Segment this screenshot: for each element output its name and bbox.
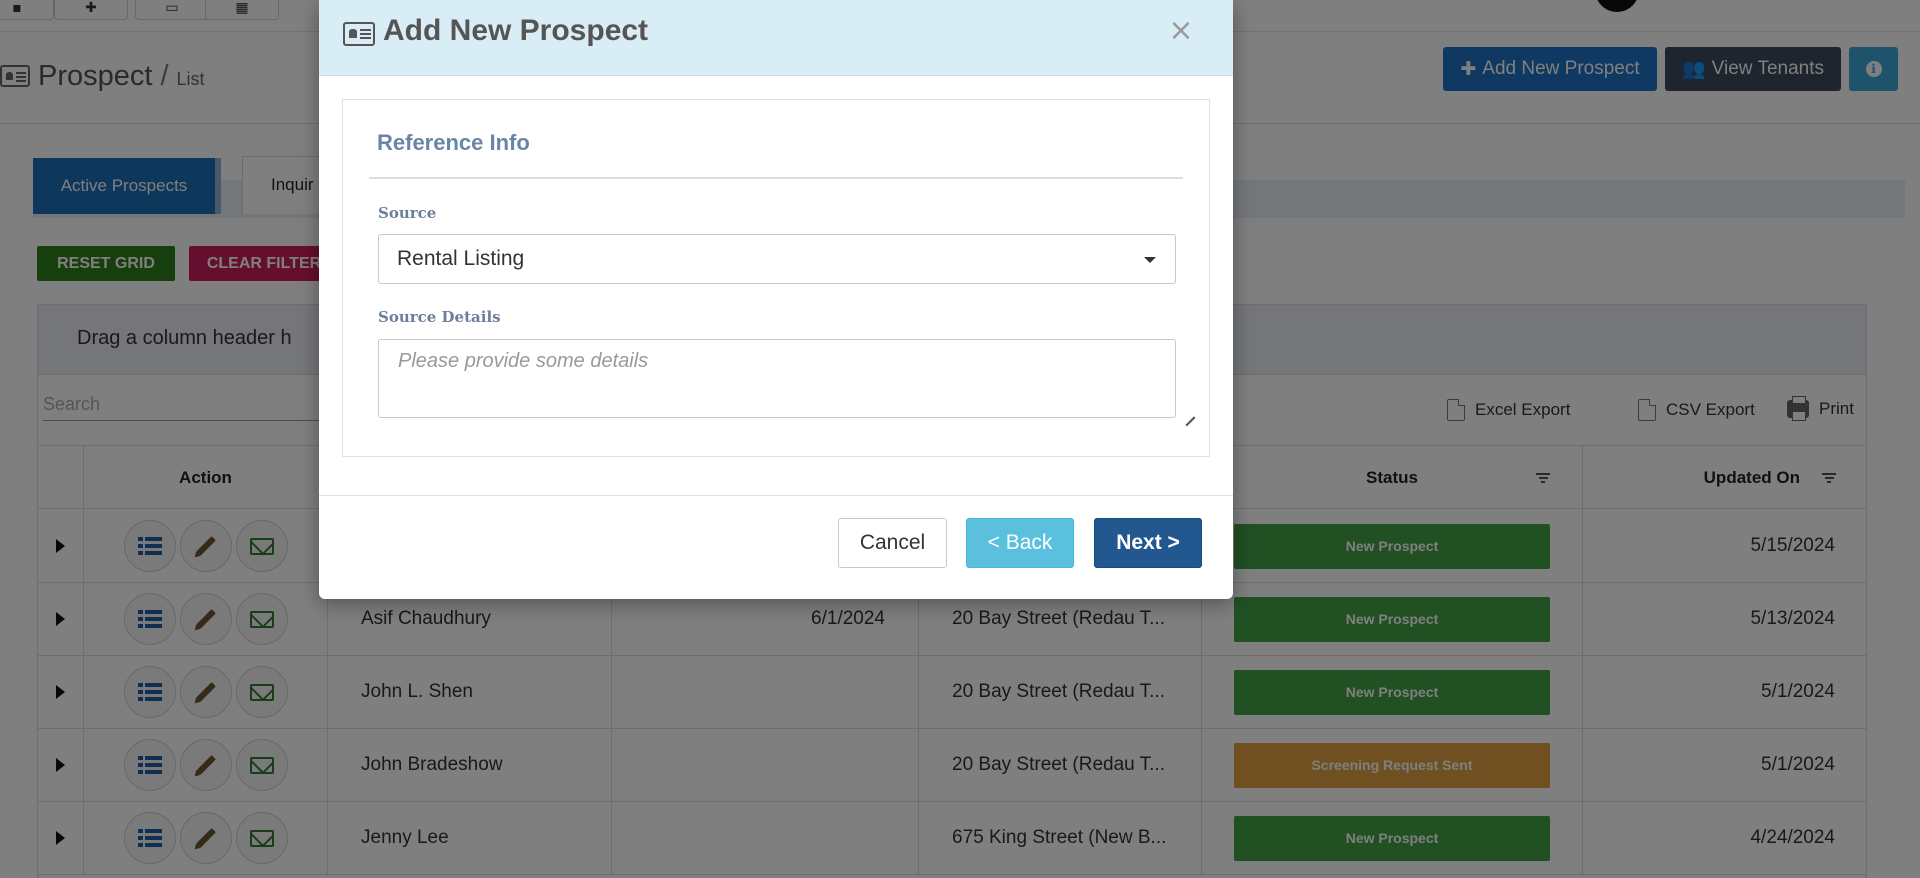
source-details-label: Source Details xyxy=(378,308,501,326)
source-details-textarea[interactable] xyxy=(378,339,1176,418)
source-label: Source xyxy=(378,204,437,222)
add-prospect-modal: Add New Prospect × Reference Info Source… xyxy=(319,0,1233,599)
modal-header: Add New Prospect × xyxy=(319,0,1233,76)
reference-info-panel: Reference Info Source Rental Listing Sou… xyxy=(342,99,1210,457)
caret-down-icon xyxy=(1144,257,1156,263)
close-icon[interactable]: × xyxy=(1161,10,1201,50)
next-button[interactable]: Next > xyxy=(1094,518,1202,568)
id-card-icon xyxy=(343,22,375,46)
resize-handle-icon[interactable] xyxy=(1183,405,1195,426)
source-select[interactable]: Rental Listing xyxy=(378,234,1176,284)
section-title: Reference Info xyxy=(377,130,530,155)
cancel-button[interactable]: Cancel xyxy=(838,518,947,568)
source-selected-value: Rental Listing xyxy=(397,247,525,270)
back-button[interactable]: < Back xyxy=(966,518,1074,568)
section-divider xyxy=(369,177,1183,179)
footer-divider xyxy=(319,495,1233,496)
modal-title: Add New Prospect xyxy=(383,14,649,47)
